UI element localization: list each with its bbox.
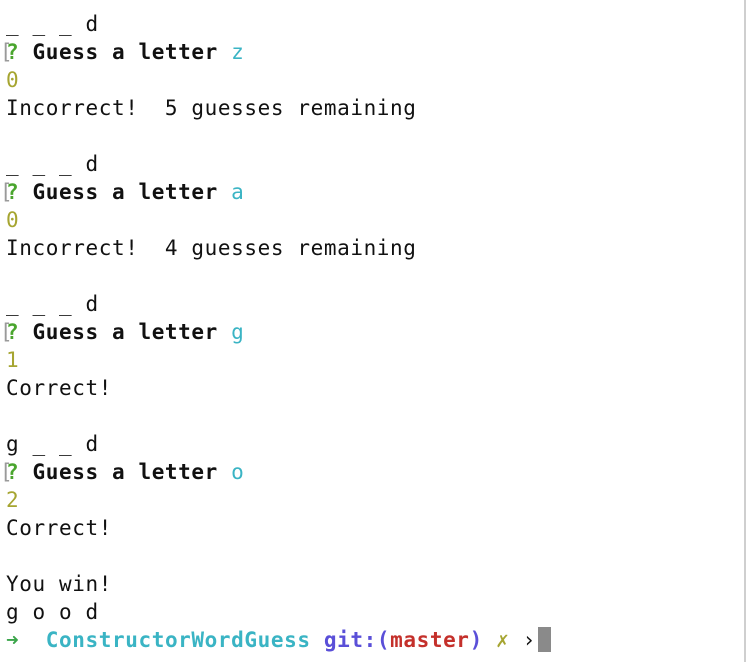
word-state: _ _ _ d [6, 292, 99, 316]
guess-result: Correct! [6, 376, 112, 400]
guess-prompt: [? Guess a letter o [0, 458, 245, 486]
guess-index: 0 [6, 208, 20, 232]
guess-answer: a [231, 180, 245, 204]
bracket-glyph: [ [0, 460, 14, 484]
git-branch: master [390, 628, 470, 652]
guess-result: Incorrect! 5 guesses remaining [6, 96, 417, 120]
bracket-glyph: [ [0, 180, 14, 204]
dirty-icon: ✗ [496, 628, 510, 652]
git-label-close: ) [469, 628, 483, 652]
guess-index: 0 [6, 68, 20, 92]
prompt-label: Guess a letter [32, 40, 218, 64]
prompt-label: Guess a letter [32, 180, 218, 204]
caret-icon: › [522, 628, 536, 652]
word-state: _ _ _ d [6, 12, 99, 36]
guess-answer: z [231, 40, 245, 64]
guess-result: Incorrect! 4 guesses remaining [6, 236, 417, 260]
prompt-label: Guess a letter [32, 320, 218, 344]
guess-answer: o [231, 460, 245, 484]
shell-prompt[interactable]: ➜ ConstructorWordGuess git:(master) ✗ › [6, 626, 551, 654]
guess-index: 2 [6, 488, 20, 512]
win-message: You win! [6, 572, 112, 596]
final-word: g o o d [6, 600, 99, 624]
directory-name: ConstructorWordGuess [45, 628, 311, 652]
bracket-glyph: [ [0, 320, 14, 344]
git-label: git:( [323, 628, 391, 652]
word-state: _ _ _ d [6, 152, 99, 176]
guess-prompt: [? Guess a letter a [0, 178, 245, 206]
word-state: g _ _ d [6, 432, 99, 456]
guess-prompt: [? Guess a letter z [0, 38, 245, 66]
bracket-glyph: [ [0, 40, 14, 64]
text-cursor[interactable] [537, 627, 551, 652]
guess-answer: g [231, 320, 245, 344]
guess-result: Correct! [6, 516, 112, 540]
terminal-window[interactable]: _ _ _ d [? Guess a letter z 0 Incorrect!… [0, 0, 746, 662]
guess-prompt: [? Guess a letter g [0, 318, 245, 346]
guess-index: 1 [6, 348, 20, 372]
prompt-label: Guess a letter [32, 460, 218, 484]
arrow-icon: ➜ [6, 628, 20, 652]
